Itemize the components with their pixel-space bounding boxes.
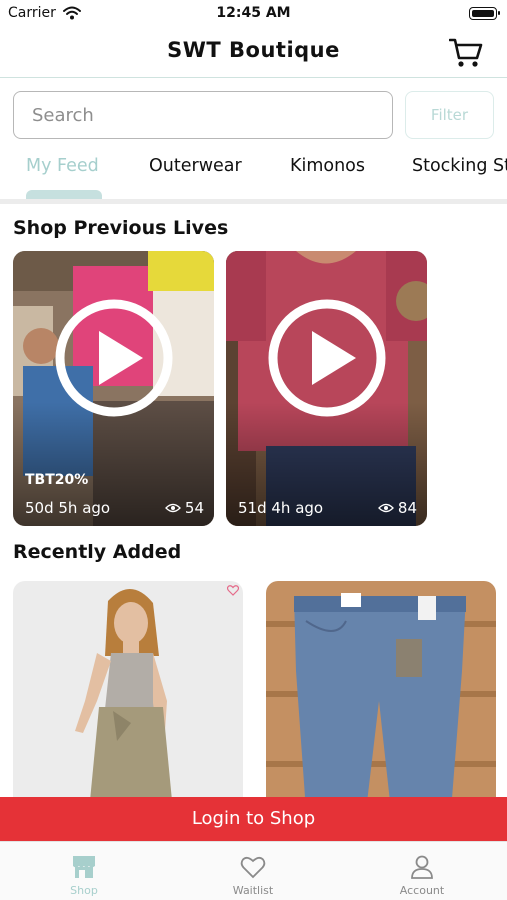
live-promo-label: TBT20% — [25, 472, 89, 488]
cart-icon[interactable] — [449, 37, 483, 69]
product-image — [13, 581, 243, 811]
heart-icon — [240, 856, 266, 879]
person-icon — [411, 855, 433, 879]
view-count: 84 — [377, 499, 417, 517]
battery-icon — [469, 7, 500, 20]
tabs-divider — [0, 199, 507, 204]
login-to-shop-button[interactable]: Login to Shop — [0, 797, 507, 841]
tab-waitlist-label: Waitlist — [232, 884, 274, 897]
eye-icon — [377, 503, 394, 513]
product-card[interactable] — [13, 581, 243, 811]
section-title-recently-added: Recently Added — [13, 541, 182, 563]
shop-icon — [73, 856, 95, 878]
tab-kimonos[interactable]: Kimonos — [290, 156, 365, 176]
category-tabs: My Feed Outerwear Kimonos Stocking Stuff… — [0, 150, 507, 202]
tab-account[interactable]: Account — [362, 842, 482, 900]
tab-account-label: Account — [399, 884, 445, 897]
view-count: 54 — [164, 499, 204, 517]
play-icon — [268, 299, 386, 417]
tab-my-feed[interactable]: My Feed — [26, 156, 99, 176]
product-card[interactable] — [266, 581, 496, 811]
filter-button[interactable]: Filter — [405, 91, 494, 139]
view-count-value: 84 — [397, 499, 417, 517]
status-time: 12:45 AM — [216, 5, 291, 21]
favorite-heart-icon[interactable] — [227, 585, 239, 596]
tab-shop-label: Shop — [70, 884, 98, 897]
tab-shop[interactable]: Shop — [24, 842, 144, 900]
tab-waitlist[interactable]: Waitlist — [193, 842, 313, 900]
product-image — [266, 581, 496, 811]
eye-icon — [164, 503, 181, 513]
play-icon — [55, 299, 173, 417]
search-input[interactable] — [13, 91, 393, 139]
view-count-value: 54 — [184, 499, 204, 517]
live-video-card[interactable]: 51d 4h ago 84 — [226, 251, 427, 526]
app-title: SWT Boutique — [167, 38, 340, 62]
nav-bar: SWT Boutique — [0, 28, 507, 78]
tab-outerwear[interactable]: Outerwear — [149, 156, 242, 176]
bottom-tab-bar: Shop Waitlist Account — [0, 841, 507, 900]
live-time-ago: 50d 5h ago — [25, 499, 111, 517]
live-video-card[interactable]: TBT20% 50d 5h ago 54 — [13, 251, 214, 526]
status-bar: Carrier 12:45 AM — [0, 0, 507, 28]
live-time-ago: 51d 4h ago — [238, 499, 324, 517]
section-title-previous-lives: Shop Previous Lives — [13, 217, 229, 239]
tab-stocking-stuffers[interactable]: Stocking Stuffers — [412, 156, 507, 176]
